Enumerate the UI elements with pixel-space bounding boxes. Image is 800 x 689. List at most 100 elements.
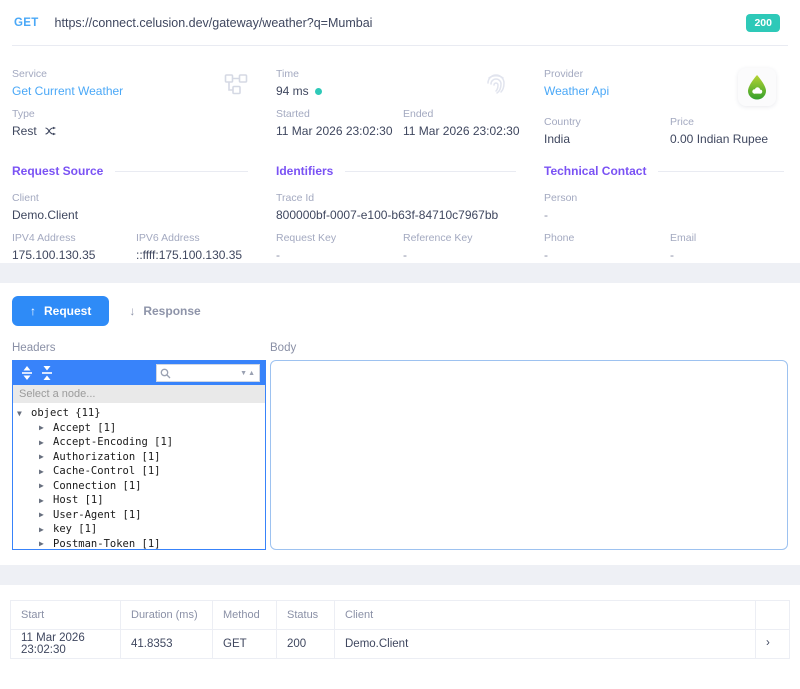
tree-node: ▶Accept [1]: [17, 421, 261, 436]
technical-contact-group: Technical Contact Person - Phone - Email…: [544, 158, 788, 272]
email-field: Email -: [670, 232, 696, 262]
client-field: Client Demo.Client: [12, 192, 78, 222]
time-label: Time: [276, 68, 322, 80]
person-value: -: [544, 208, 577, 222]
tree-node-label: User-Agent [1]: [53, 509, 142, 521]
tree-node: ▶Postman-Token [1]: [17, 537, 261, 550]
price-field: Price 0.00 Indian Rupee: [670, 116, 768, 146]
type-value: Rest: [12, 124, 57, 138]
request-key-label: Request Key: [276, 232, 403, 244]
cell-status: 200: [277, 630, 335, 659]
tree-search-box: ▼▲: [156, 364, 260, 382]
trace-id-value: 800000bf-0007-e100-b63f-84710c7967bb: [276, 208, 498, 222]
country-value: India: [544, 132, 670, 146]
history-section: Start Duration (ms) Method Status Client…: [0, 600, 800, 689]
expand-triangle-icon[interactable]: ▶: [39, 467, 53, 476]
ipv4-label: IPV4 Address: [12, 232, 136, 244]
page: { "request_bar": { "method": "GET", "url…: [0, 0, 800, 674]
tree-node: ▶key [1]: [17, 522, 261, 537]
table-row[interactable]: 11 Mar 2026 23:02:30 41.8353 GET 200 Dem…: [11, 630, 790, 659]
provider-link[interactable]: Weather Api: [544, 84, 609, 98]
technical-contact-heading: Technical Contact: [544, 164, 646, 178]
country-label: Country: [544, 116, 670, 128]
trace-id-label: Trace Id: [276, 192, 498, 204]
provider-field: Provider Weather Api: [544, 68, 609, 98]
response-tab-label: Response: [143, 304, 200, 318]
section-divider-band: [0, 565, 800, 585]
ipv4-value: 175.100.130.35: [12, 248, 136, 262]
expand-triangle-icon[interactable]: ▶: [39, 510, 53, 519]
tree-search-input[interactable]: [171, 368, 240, 379]
search-prev-next-icon[interactable]: ▼▲: [240, 370, 256, 377]
request-tab-button[interactable]: ↑ Request: [12, 296, 109, 326]
down-arrow-icon: ↓: [129, 304, 135, 318]
collapse-triangle-icon[interactable]: ▼: [17, 409, 31, 418]
provider-label: Provider: [544, 68, 609, 80]
ended-field: Ended 11 Mar 2026 23:02:30: [403, 108, 520, 138]
price-label: Price: [670, 116, 768, 128]
phone-field: Phone -: [544, 232, 670, 262]
type-field: Type Rest: [12, 108, 57, 138]
started-label: Started: [276, 108, 403, 120]
service-link[interactable]: Get Current Weather: [12, 84, 123, 98]
collapse-all-icon[interactable]: [38, 364, 56, 382]
service-field: Service Get Current Weather: [12, 68, 123, 98]
expand-triangle-icon[interactable]: ▶: [39, 452, 53, 461]
identifiers-group: Identifiers Trace Id 800000bf-0007-e100-…: [276, 158, 544, 272]
heading-divider: [658, 171, 784, 172]
cell-client: Demo.Client: [335, 630, 756, 659]
expand-all-icon[interactable]: [18, 364, 36, 382]
ended-label: Ended: [403, 108, 520, 120]
ipv6-label: IPV6 Address: [136, 232, 242, 244]
heading-divider: [115, 171, 248, 172]
headers-tree-panel: ▼▲ Select a node... ▼ object {11} ▶Accep…: [12, 360, 266, 550]
expand-triangle-icon[interactable]: ▶: [39, 539, 53, 548]
tree-node: ▶Connection [1]: [17, 479, 261, 494]
request-url-bar: GET https://connect.celusion.dev/gateway…: [12, 0, 788, 46]
time-value-text: 94 ms: [276, 84, 309, 98]
expand-triangle-icon[interactable]: ▶: [39, 496, 53, 505]
response-tab-button[interactable]: ↓ Response: [129, 304, 200, 318]
email-label: Email: [670, 232, 696, 244]
request-tab-label: Request: [44, 304, 91, 318]
tree-node-label: Authorization [1]: [53, 451, 160, 463]
tree-node-label: Host [1]: [53, 494, 104, 506]
started-value: 11 Mar 2026 23:02:30: [276, 124, 403, 138]
ipv4-field: IPV4 Address 175.100.130.35: [12, 232, 136, 262]
expand-triangle-icon[interactable]: ▶: [39, 423, 53, 432]
select-node-dropdown[interactable]: Select a node...: [13, 385, 265, 403]
headers-tree: ▼ object {11} ▶Accept [1] ▶Accept-Encodi…: [13, 403, 265, 549]
col-header-start: Start: [11, 601, 121, 630]
payload-panels: ▼▲ Select a node... ▼ object {11} ▶Accep…: [12, 360, 788, 550]
identifiers-heading: Identifiers: [276, 164, 333, 178]
history-header-row: Start Duration (ms) Method Status Client: [11, 601, 790, 630]
body-panel-label: Body: [270, 342, 296, 354]
history-table: Start Duration (ms) Method Status Client…: [10, 600, 790, 659]
cell-start: 11 Mar 2026 23:02:30: [11, 630, 121, 659]
time-value: 94 ms: [276, 84, 322, 98]
tree-node-label: Postman-Token [1]: [53, 538, 160, 549]
col-header-duration: Duration (ms): [121, 601, 213, 630]
expand-triangle-icon[interactable]: ▶: [39, 525, 53, 534]
trace-id-field: Trace Id 800000bf-0007-e100-b63f-84710c7…: [276, 192, 498, 222]
tree-node: ▶Cache-Control [1]: [17, 464, 261, 479]
cell-method: GET: [213, 630, 277, 659]
tree-node-label: Accept-Encoding [1]: [53, 436, 173, 448]
request-summary-section: GET https://connect.celusion.dev/gateway…: [0, 0, 800, 263]
tree-node-label: key [1]: [53, 523, 97, 535]
payload-tabs: ↑ Request ↓ Response: [12, 283, 788, 326]
client-value: Demo.Client: [12, 208, 78, 222]
reference-key-field: Reference Key -: [403, 232, 472, 262]
col-header-client: Client: [335, 601, 756, 630]
row-detail-chevron-icon[interactable]: ›: [756, 630, 790, 659]
tree-node-label: Cache-Control [1]: [53, 465, 160, 477]
detail-grid: Service Get Current Weather Type Rest: [12, 68, 788, 156]
type-value-text: Rest: [12, 124, 37, 138]
request-body-panel[interactable]: [270, 360, 788, 550]
sitemap-icon: [224, 72, 248, 96]
price-value: 0.00 Indian Rupee: [670, 132, 768, 146]
fingerprint-icon: [482, 70, 510, 98]
expand-triangle-icon[interactable]: ▶: [39, 438, 53, 447]
tree-root-row: ▼ object {11}: [17, 406, 261, 421]
expand-triangle-icon[interactable]: ▶: [39, 481, 53, 490]
